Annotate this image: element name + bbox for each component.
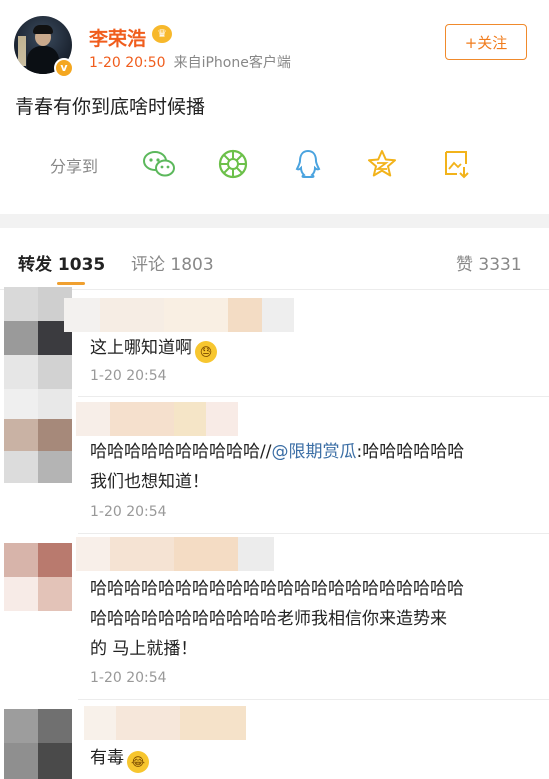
share-label: 分享到 bbox=[50, 157, 99, 176]
tab-comment[interactable]: 评论 1803 bbox=[131, 250, 214, 275]
comment-time: 1-20 20:54 bbox=[90, 368, 167, 384]
crown-badge-icon: ♛ bbox=[152, 25, 172, 43]
comment-text: 这上哪知道啊 😓 bbox=[90, 333, 535, 363]
comment-text: 哈哈哈哈哈哈哈哈哈哈//@限期赏瓜:哈哈哈哈哈哈 我们也想知道！ bbox=[90, 442, 465, 492]
comment-text: 有毒 😂 bbox=[90, 743, 535, 773]
tab-likes[interactable]: 赞 3331 bbox=[456, 250, 522, 275]
follow-button[interactable]: +关注 bbox=[445, 24, 527, 60]
comment-text: 哈哈哈哈哈哈哈哈哈哈哈哈哈哈哈哈哈哈哈哈哈哈 哈哈哈哈哈哈哈哈哈哈哈老师我相信你… bbox=[90, 579, 464, 659]
qq-icon[interactable] bbox=[291, 147, 325, 181]
tabs-divider bbox=[0, 289, 549, 290]
section-divider bbox=[0, 214, 549, 228]
post-meta: 1-20 20:50 来自iPhone客户端 bbox=[89, 52, 291, 72]
qzone-icon[interactable] bbox=[365, 147, 399, 181]
author-name[interactable]: 李荣浩 bbox=[89, 24, 146, 51]
sweat-emoji-icon: 😓 bbox=[195, 341, 217, 363]
comment-time: 1-20 20:54 bbox=[90, 504, 167, 520]
verified-badge-icon: v bbox=[54, 58, 74, 78]
comment-time: 1-20 20:54 bbox=[90, 670, 167, 686]
comment-divider bbox=[78, 699, 549, 700]
post-source: 来自iPhone客户端 bbox=[173, 55, 291, 71]
save-image-icon[interactable] bbox=[440, 147, 474, 181]
post-time: 1-20 20:50 bbox=[89, 55, 166, 71]
post-text: 青春有你到底啥时候播 bbox=[15, 96, 206, 118]
tab-repost[interactable]: 转发 1035 bbox=[18, 250, 105, 275]
tab-active-indicator bbox=[57, 282, 85, 285]
wechat-icon[interactable] bbox=[142, 147, 176, 181]
laughing-emoji-icon: 😂 bbox=[127, 751, 149, 773]
comment-divider bbox=[78, 533, 549, 534]
mention-link[interactable]: @限期赏瓜 bbox=[271, 442, 356, 462]
comment-divider bbox=[78, 396, 549, 397]
moments-icon[interactable] bbox=[216, 147, 250, 181]
